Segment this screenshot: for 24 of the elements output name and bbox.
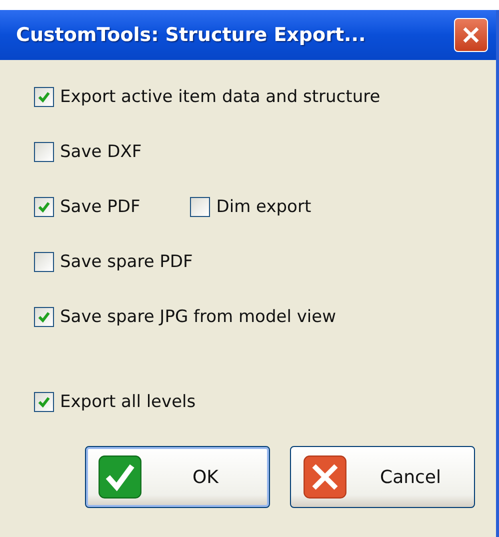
checkbox[interactable]: [34, 392, 54, 412]
window-title: CustomTools: Structure Export...: [16, 24, 366, 46]
checkbox-option[interactable]: Export active item data and structure: [34, 86, 380, 141]
checkbox[interactable]: [34, 142, 54, 162]
checkbox[interactable]: [34, 197, 54, 217]
checkbox-option[interactable]: Dim export: [190, 196, 312, 251]
checkmark-icon: [37, 90, 51, 104]
checkmark-icon: [37, 395, 51, 409]
checkbox-option[interactable]: Save spare JPG from model view: [34, 306, 336, 361]
checkbox[interactable]: [190, 197, 210, 217]
cancel-button[interactable]: Cancel: [290, 446, 475, 508]
ok-button[interactable]: OK: [85, 446, 270, 508]
checkbox[interactable]: [34, 252, 54, 272]
checkmark-icon: [37, 310, 51, 324]
checkmark-icon: [37, 200, 51, 214]
checkbox-option[interactable]: Save DXF: [34, 141, 142, 196]
checkbox-option[interactable]: Save spare PDF: [34, 251, 193, 306]
close-button[interactable]: [454, 18, 488, 52]
checkbox-option[interactable]: Export all levels: [34, 391, 196, 446]
checkbox[interactable]: [34, 87, 54, 107]
checkmark-icon: [98, 455, 142, 499]
checkbox[interactable]: [34, 307, 54, 327]
checkbox-option[interactable]: Save PDF: [34, 196, 140, 251]
cross-icon: [303, 455, 347, 499]
